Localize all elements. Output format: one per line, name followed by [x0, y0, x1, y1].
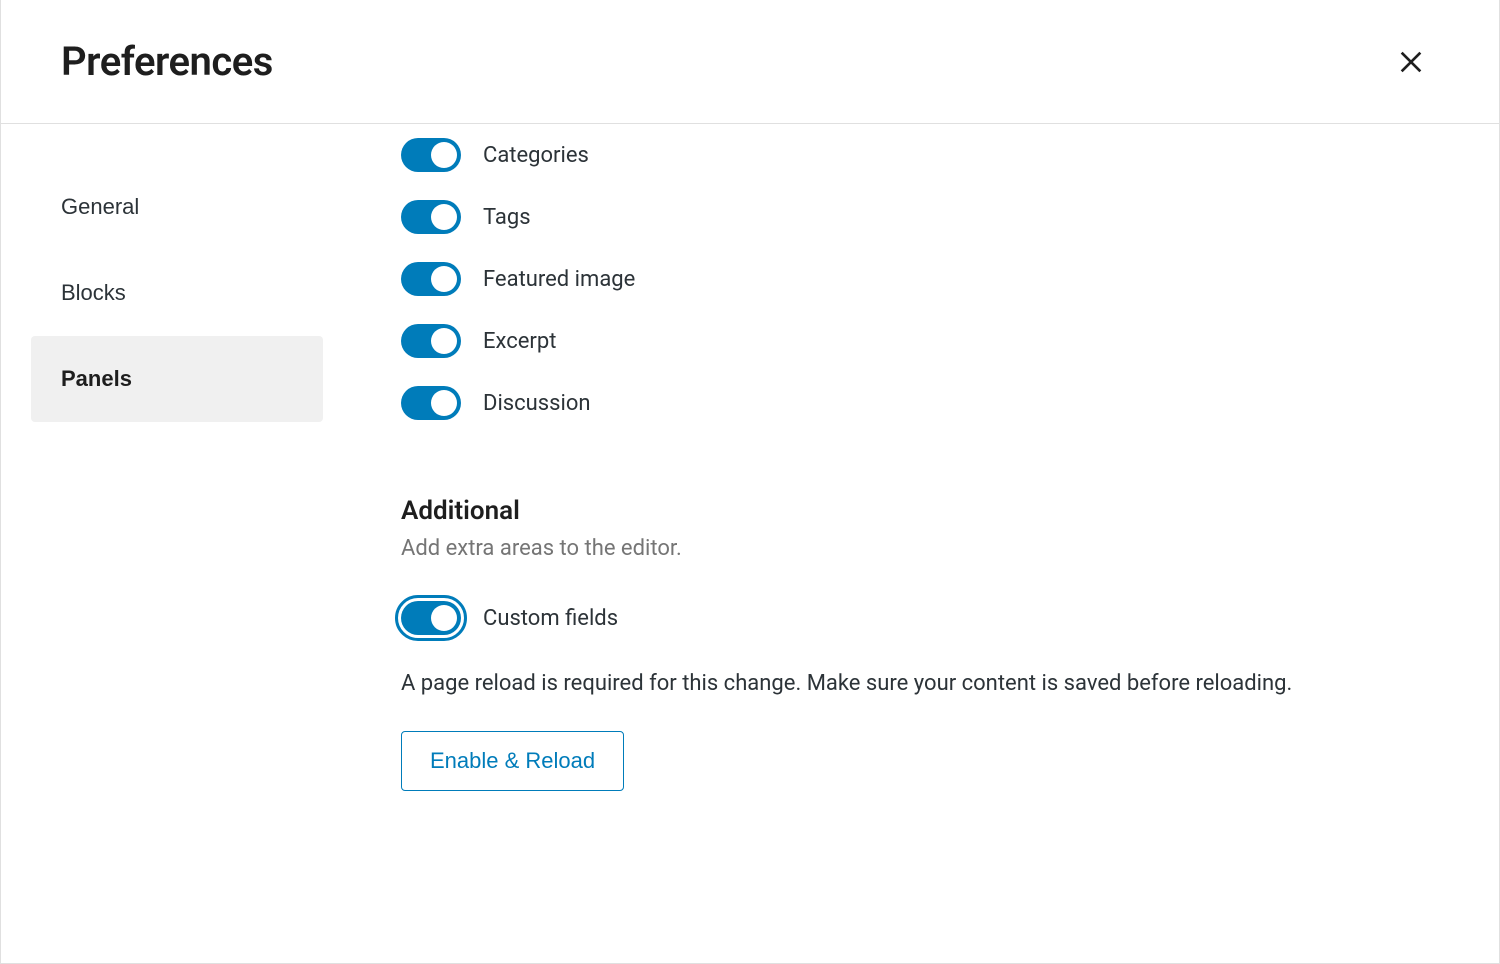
toggle-knob: [431, 142, 457, 168]
toggle-featured-image[interactable]: [401, 262, 461, 296]
toggle-row-excerpt: Excerpt: [401, 310, 1439, 372]
toggle-label: Categories: [483, 143, 589, 168]
reload-notice: A page reload is required for this chang…: [401, 667, 1311, 701]
modal-title: Preferences: [61, 38, 273, 85]
toggle-knob: [431, 390, 457, 416]
toggle-row-featured-image: Featured image: [401, 248, 1439, 310]
toggle-custom-fields[interactable]: [401, 601, 461, 635]
toggle-row-categories: Categories: [401, 124, 1439, 186]
toggle-label: Featured image: [483, 267, 635, 292]
toggle-row-discussion: Discussion: [401, 372, 1439, 434]
additional-heading: Additional: [401, 496, 1439, 526]
toggle-knob: [431, 266, 457, 292]
additional-description: Add extra areas to the editor.: [401, 536, 1439, 561]
enable-reload-button[interactable]: Enable & Reload: [401, 731, 624, 791]
close-button[interactable]: [1393, 44, 1429, 80]
toggle-knob: [431, 605, 457, 631]
toggle-discussion[interactable]: [401, 386, 461, 420]
toggle-label: Custom fields: [483, 606, 618, 631]
toggle-knob: [431, 328, 457, 354]
tab-blocks[interactable]: Blocks: [31, 250, 323, 336]
tab-general[interactable]: General: [31, 164, 323, 250]
toggle-tags[interactable]: [401, 200, 461, 234]
toggle-excerpt[interactable]: [401, 324, 461, 358]
toggle-label: Excerpt: [483, 329, 556, 354]
toggle-row-custom-fields: Custom fields: [401, 587, 1439, 649]
toggle-knob: [431, 204, 457, 230]
toggle-label: Discussion: [483, 391, 591, 416]
modal-content: General Blocks Panels Categories Tags Fe…: [1, 124, 1499, 831]
toggle-label: Tags: [483, 205, 531, 230]
toggle-row-tags: Tags: [401, 186, 1439, 248]
tab-panels[interactable]: Panels: [31, 336, 323, 422]
modal-header: Preferences: [1, 0, 1499, 124]
panels-settings: Categories Tags Featured image Excerpt D…: [321, 124, 1499, 831]
tabs-sidebar: General Blocks Panels: [1, 124, 321, 831]
close-icon: [1395, 46, 1427, 78]
toggle-categories[interactable]: [401, 138, 461, 172]
